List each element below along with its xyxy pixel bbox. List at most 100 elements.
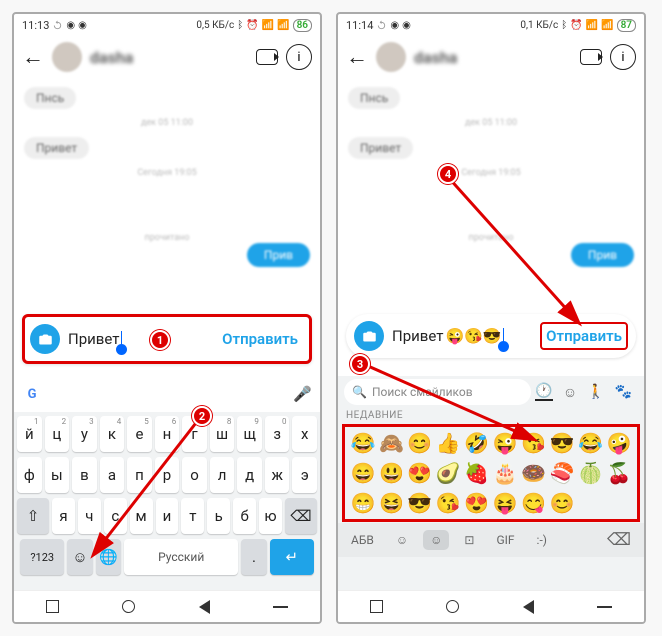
emoji-item[interactable]: 😜	[491, 428, 519, 458]
key-я[interactable]: я	[52, 498, 75, 534]
ascii-tab[interactable]: :-)	[530, 530, 554, 550]
emoji-item[interactable]: 😂	[349, 428, 377, 458]
key-в[interactable]: в	[72, 457, 97, 493]
key-щ[interactable]: щ9	[237, 416, 262, 452]
emoji-item[interactable]: 😘	[520, 428, 548, 458]
emoji-item[interactable]: 😃	[377, 458, 405, 488]
emoji-item[interactable]: 😂	[577, 428, 605, 458]
emoji-item[interactable]: 🙈	[377, 428, 405, 458]
emoji-item[interactable]: 🍣	[548, 458, 576, 488]
contact-name[interactable]: dasha	[90, 48, 248, 67]
key-с[interactable]: с	[104, 498, 127, 534]
emoji-item[interactable]: 😊	[548, 488, 576, 518]
emoji-item[interactable]: 😍	[406, 458, 434, 488]
key-т[interactable]: т	[181, 498, 204, 534]
key-ф[interactable]: ф	[17, 457, 42, 493]
back-nav-button[interactable]	[199, 600, 210, 614]
google-icon[interactable]: G	[22, 384, 42, 404]
mic-icon[interactable]: 🎤	[293, 385, 312, 403]
key-р[interactable]: р	[155, 457, 180, 493]
key-ч[interactable]: ч	[78, 498, 101, 534]
incoming-message[interactable]: Привет	[348, 137, 413, 159]
camera-button[interactable]	[30, 324, 60, 354]
key-а[interactable]: а	[100, 457, 125, 493]
backspace-key[interactable]: ⌫	[285, 498, 317, 534]
enter-key[interactable]: ↵	[270, 539, 314, 575]
chat-message-list[interactable]: Пнсь дек 05 11:00 Привет Сегодня 19:05 П…	[14, 78, 320, 318]
emoji-item[interactable]: 😆	[377, 488, 405, 518]
emoji-item[interactable]: 😁	[349, 488, 377, 518]
key-ж[interactable]: ж	[265, 457, 290, 493]
camera-button[interactable]	[354, 321, 384, 351]
emoji-item[interactable]: 🍈	[577, 458, 605, 488]
emoji-key[interactable]: ☺	[67, 539, 92, 575]
info-button[interactable]: i	[610, 44, 636, 70]
message-input[interactable]: Привет 😜😘😎	[384, 327, 540, 345]
back-button[interactable]: ←	[346, 44, 368, 70]
incoming-message[interactable]: Привет	[24, 137, 89, 159]
emoji-search-input[interactable]: 🔍 Поиск смайликов	[344, 379, 531, 405]
key-ь[interactable]: ь	[207, 498, 230, 534]
language-key[interactable]: 🌐	[96, 539, 121, 575]
back-button[interactable]: ←	[22, 44, 44, 70]
emoji-category-smileys[interactable]: ☺	[563, 384, 577, 401]
contact-avatar[interactable]	[376, 42, 406, 72]
abc-tab[interactable]: АБВ	[344, 530, 381, 550]
keyboard-hide-button[interactable]	[597, 606, 612, 608]
spacebar-key[interactable]: Русский	[124, 539, 238, 575]
emoji-item[interactable]: 😍	[463, 488, 491, 518]
key-ы[interactable]: ы	[45, 457, 70, 493]
emoji-item[interactable]: 😎	[548, 428, 576, 458]
key-ш[interactable]: ш8	[210, 416, 235, 452]
key-э[interactable]: э	[292, 457, 317, 493]
key-ю[interactable]: ю	[259, 498, 282, 534]
key-б[interactable]: б	[233, 498, 256, 534]
emoji-item[interactable]: 😘	[434, 488, 462, 518]
home-button[interactable]	[122, 600, 135, 613]
key-п[interactable]: п	[127, 457, 152, 493]
gif-tab[interactable]: GIF	[489, 530, 521, 550]
shift-key[interactable]: ⇧	[17, 498, 49, 534]
recents-button[interactable]	[370, 600, 383, 613]
emoji-category-people[interactable]: 🚶	[587, 384, 604, 400]
incoming-message[interactable]: Пнсь	[348, 87, 400, 109]
incoming-message[interactable]: Пнсь	[24, 87, 76, 109]
key-д[interactable]: д	[237, 457, 262, 493]
emoji-item[interactable]: 🥑	[434, 458, 462, 488]
emoji-type-smiley[interactable]: ☺	[389, 530, 415, 550]
send-button[interactable]: Отправить	[216, 330, 304, 348]
recents-button[interactable]	[46, 600, 59, 613]
outgoing-message[interactable]: Прив	[247, 243, 310, 267]
emoji-item[interactable]: 🍒	[605, 458, 633, 488]
key-е[interactable]: е5	[127, 416, 152, 452]
key-к[interactable]: к4	[100, 416, 125, 452]
emoji-category-nature[interactable]: 🐾	[615, 384, 632, 400]
emoji-item[interactable]: 🤣	[463, 428, 491, 458]
numbers-key[interactable]: ?123	[20, 539, 64, 575]
video-call-button[interactable]	[580, 49, 602, 65]
key-л[interactable]: л	[210, 457, 235, 493]
send-button[interactable]: Отправить	[540, 322, 628, 350]
key-у[interactable]: у3	[72, 416, 97, 452]
emoji-item[interactable]: 🍩	[520, 458, 548, 488]
key-ц[interactable]: ц2	[45, 416, 70, 452]
emoji-item[interactable]: 😝	[491, 488, 519, 518]
emoji-item[interactable]: 😄	[349, 458, 377, 488]
emoji-item[interactable]: 😋	[520, 488, 548, 518]
emoji-item[interactable]: 😎	[406, 488, 434, 518]
info-button[interactable]: i	[286, 44, 312, 70]
emoji-item[interactable]: 👍	[434, 428, 462, 458]
emoji-item[interactable]: 😊	[406, 428, 434, 458]
emoji-item[interactable]: 🍓	[463, 458, 491, 488]
key-о[interactable]: о	[182, 457, 207, 493]
message-input[interactable]: Привет	[60, 330, 216, 348]
video-call-button[interactable]	[256, 49, 278, 65]
chat-message-list[interactable]: Пнсь дек 05 11:00 Привет Сегодня 19:05 П…	[338, 78, 644, 318]
emoji-tab[interactable]: ☺	[423, 530, 449, 550]
key-м[interactable]: м	[130, 498, 153, 534]
emoji-item[interactable]: 🎂	[491, 458, 519, 488]
key-з[interactable]: з0	[265, 416, 290, 452]
outgoing-message[interactable]: Прив	[571, 243, 634, 267]
contact-name[interactable]: dasha	[414, 48, 572, 67]
contact-avatar[interactable]	[52, 42, 82, 72]
